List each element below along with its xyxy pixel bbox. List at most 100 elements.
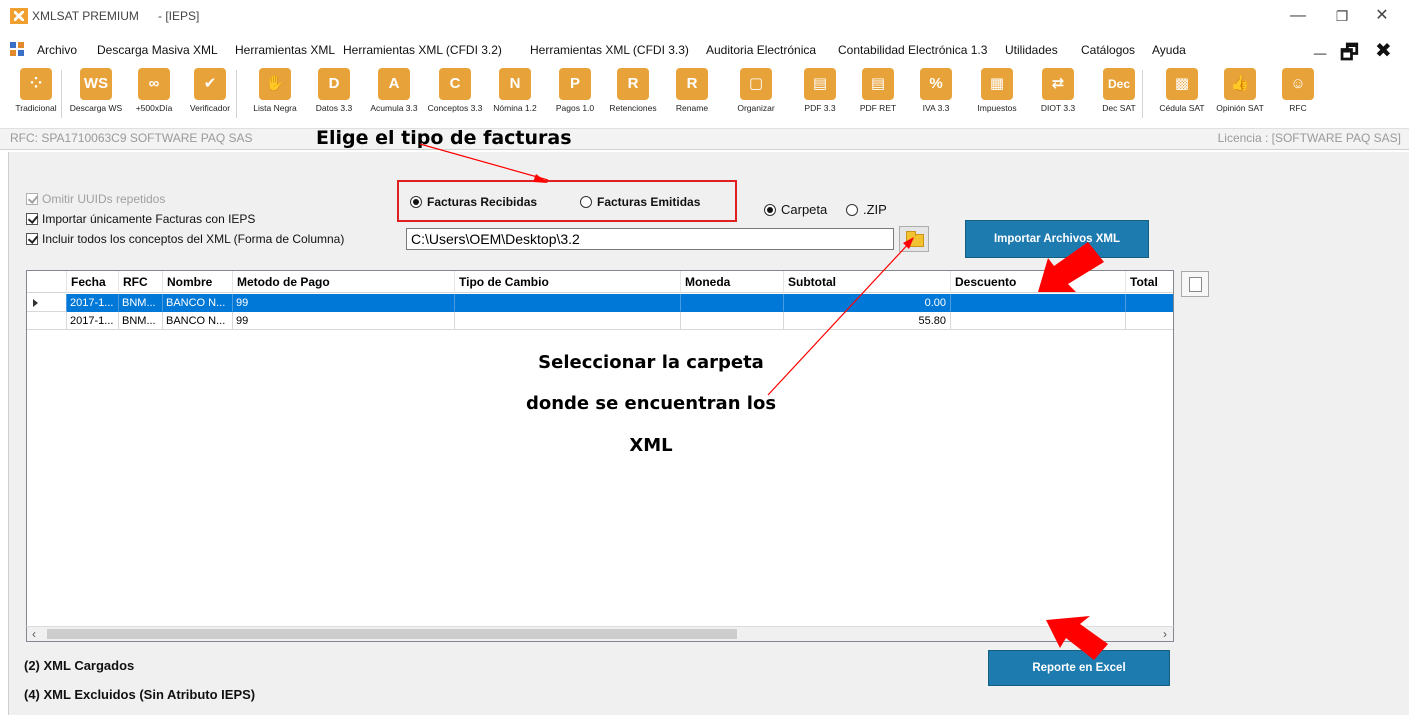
- tool-impuestos[interactable]: ▦ Impuestos: [967, 68, 1027, 120]
- tool--500xdía[interactable]: ∞ +500xDía: [124, 68, 184, 120]
- copy-page-icon: [1189, 277, 1202, 292]
- tool-rename[interactable]: R Rename: [662, 68, 722, 120]
- tool-tradicional[interactable]: ⁘ Tradicional: [6, 68, 66, 120]
- column-header-nombre[interactable]: Nombre: [163, 271, 233, 293]
- rfc-label: RFC: SPA1710063C9 SOFTWARE PAQ SAS: [10, 131, 253, 145]
- checkbox-checked-icon: [26, 213, 38, 225]
- scrollbar-thumb[interactable]: [47, 629, 737, 639]
- cell-total: [1126, 312, 1173, 330]
- column-header-metodo[interactable]: Metodo de Pago: [233, 271, 455, 293]
- tool-rfc[interactable]: ☺ RFC: [1268, 68, 1328, 120]
- excel-report-button[interactable]: Reporte en Excel: [988, 650, 1170, 686]
- tool-pdf-ret[interactable]: ▤ PDF RET: [848, 68, 908, 120]
- tool-label: Datos 3.3: [315, 103, 353, 113]
- maximize-button[interactable]: ❐: [1322, 4, 1362, 28]
- tool-label: Lista Negra: [253, 103, 297, 113]
- menu-contabilidad[interactable]: Contabilidad Electrónica 1.3: [838, 43, 987, 57]
- menu-app-icon[interactable]: [10, 42, 24, 56]
- table-row[interactable]: 2017-1... BNM... BANCO N... 99 55.80: [27, 312, 1173, 330]
- column-header-descuento[interactable]: Descuento: [951, 271, 1126, 293]
- tool-nómina-1-2[interactable]: N Nómina 1.2: [485, 68, 545, 120]
- minimize-button[interactable]: —: [1278, 4, 1318, 28]
- menu-herramientas-cfdi33[interactable]: Herramientas XML (CFDI 3.3): [530, 43, 689, 57]
- tool-dec-sat[interactable]: Dec Dec SAT: [1089, 68, 1149, 120]
- tool-icon: ▤: [862, 68, 894, 100]
- tool-pagos-1-0[interactable]: P Pagos 1.0: [545, 68, 605, 120]
- callout-line-2: donde se encuentran los: [525, 393, 777, 414]
- folder-icon: [906, 231, 924, 247]
- menu-utilidades[interactable]: Utilidades: [1005, 43, 1058, 57]
- tool-cédula-sat[interactable]: ▩ Cédula SAT: [1152, 68, 1212, 120]
- menu-ayuda[interactable]: Ayuda: [1152, 43, 1186, 57]
- radio-selected-icon: [410, 196, 422, 208]
- tool-retenciones[interactable]: R Retenciones: [603, 68, 663, 120]
- menu-herramientas-cfdi32[interactable]: Herramientas XML (CFDI 3.2): [343, 43, 502, 57]
- xml-excluidos-label: (4) XML Excluidos (Sin Atributo IEPS): [24, 687, 256, 702]
- mdi-close-button[interactable]: ✖: [1375, 38, 1392, 63]
- tool-lista-negra[interactable]: ✋ Lista Negra: [245, 68, 305, 120]
- tool-conceptos-3-3[interactable]: C Conceptos 3.3: [425, 68, 485, 120]
- checkbox-checked-icon: [26, 233, 38, 245]
- facturas-emitidas-radio[interactable]: Facturas Emitidas: [580, 195, 700, 209]
- tool-label: Organizar: [737, 103, 775, 113]
- tool-icon: ∞: [138, 68, 170, 100]
- radio-unselected-icon: [846, 204, 858, 216]
- column-header-selector: [27, 271, 67, 293]
- toolbar-separator: [1142, 70, 1143, 118]
- column-header-moneda[interactable]: Moneda: [681, 271, 784, 293]
- menu-auditoria[interactable]: Auditoria Electrónica: [706, 43, 816, 57]
- tool-iva-3-3[interactable]: % IVA 3.3: [906, 68, 966, 120]
- menu-catalogos[interactable]: Catálogos: [1081, 43, 1135, 57]
- folder-path-input[interactable]: C:\Users\OEM\Desktop\3.2: [406, 228, 894, 250]
- cell-rfc: BNM...: [119, 312, 163, 330]
- importar-ieps-checkbox[interactable]: Importar únicamente Facturas con IEPS: [26, 212, 255, 226]
- mdi-minimize-button[interactable]: _: [1314, 32, 1326, 58]
- app-logo-icon: [10, 8, 28, 24]
- tool-label: Dec SAT: [1102, 103, 1136, 113]
- column-header-total[interactable]: Total: [1126, 271, 1173, 293]
- tool-diot-3-3[interactable]: ⇄ DIOT 3.3: [1028, 68, 1088, 120]
- tool-organizar[interactable]: ▢ Organizar: [726, 68, 786, 120]
- column-header-fecha[interactable]: Fecha: [67, 271, 119, 293]
- facturas-recibidas-radio[interactable]: Facturas Recibidas: [410, 195, 537, 209]
- column-header-subtotal[interactable]: Subtotal: [784, 271, 951, 293]
- row-selector[interactable]: [27, 312, 67, 330]
- tool-descarga-ws[interactable]: WS Descarga WS: [66, 68, 126, 120]
- scroll-left-icon[interactable]: ‹: [32, 627, 36, 641]
- omitir-uuids-checkbox[interactable]: Omitir UUIDs repetidos: [26, 192, 165, 206]
- tool-label: RFC: [1289, 103, 1307, 113]
- tool-datos-3-3[interactable]: D Datos 3.3: [304, 68, 364, 120]
- import-xml-button[interactable]: Importar Archivos XML: [965, 220, 1149, 258]
- close-button[interactable]: ✕: [1362, 4, 1402, 28]
- tool-pdf-3-3[interactable]: ▤ PDF 3.3: [790, 68, 850, 120]
- scroll-right-icon[interactable]: ›: [1163, 627, 1167, 641]
- zip-radio[interactable]: .ZIP: [846, 202, 887, 217]
- browse-folder-button[interactable]: [899, 226, 929, 252]
- tool-verificador[interactable]: ✔ Verificador: [180, 68, 240, 120]
- menu-herramientas-xml[interactable]: Herramientas XML: [235, 43, 335, 57]
- tool-acumula-3-3[interactable]: A Acumula 3.3: [364, 68, 424, 120]
- tool-icon: ▦: [981, 68, 1013, 100]
- annotation-elige-tipo: Elige el tipo de facturas: [316, 127, 572, 149]
- carpeta-radio[interactable]: Carpeta: [764, 202, 827, 217]
- tool-label: Nómina 1.2: [493, 103, 537, 113]
- tool-label: Retenciones: [609, 103, 657, 113]
- menu-descarga-masiva[interactable]: Descarga Masiva XML: [97, 43, 218, 57]
- cell-moneda: [681, 312, 784, 330]
- tool-label: Verificador: [189, 103, 231, 113]
- tool-icon: C: [439, 68, 471, 100]
- column-header-tipo-cambio[interactable]: Tipo de Cambio: [455, 271, 681, 293]
- tool-label: Pagos 1.0: [555, 103, 595, 113]
- menu-archivo[interactable]: Archivo: [37, 43, 77, 57]
- tool-opinión-sat[interactable]: 👍 Opinión SAT: [1210, 68, 1270, 120]
- cell-metodo: 99: [233, 312, 455, 330]
- copy-grid-button[interactable]: [1181, 271, 1209, 297]
- tool-icon: ⁘: [20, 68, 52, 100]
- table-row[interactable]: 2017-1... BNM... BANCO N... 99 0.00: [27, 294, 1173, 312]
- incluir-conceptos-checkbox[interactable]: Incluir todos los conceptos del XML (For…: [26, 232, 344, 246]
- column-header-rfc[interactable]: RFC: [119, 271, 163, 293]
- cell-subtotal: 55.80: [784, 312, 951, 330]
- tool-icon: Dec: [1103, 68, 1135, 100]
- horizontal-scrollbar[interactable]: ‹ ›: [26, 626, 1174, 642]
- cell-fecha: 2017-1...: [67, 294, 119, 312]
